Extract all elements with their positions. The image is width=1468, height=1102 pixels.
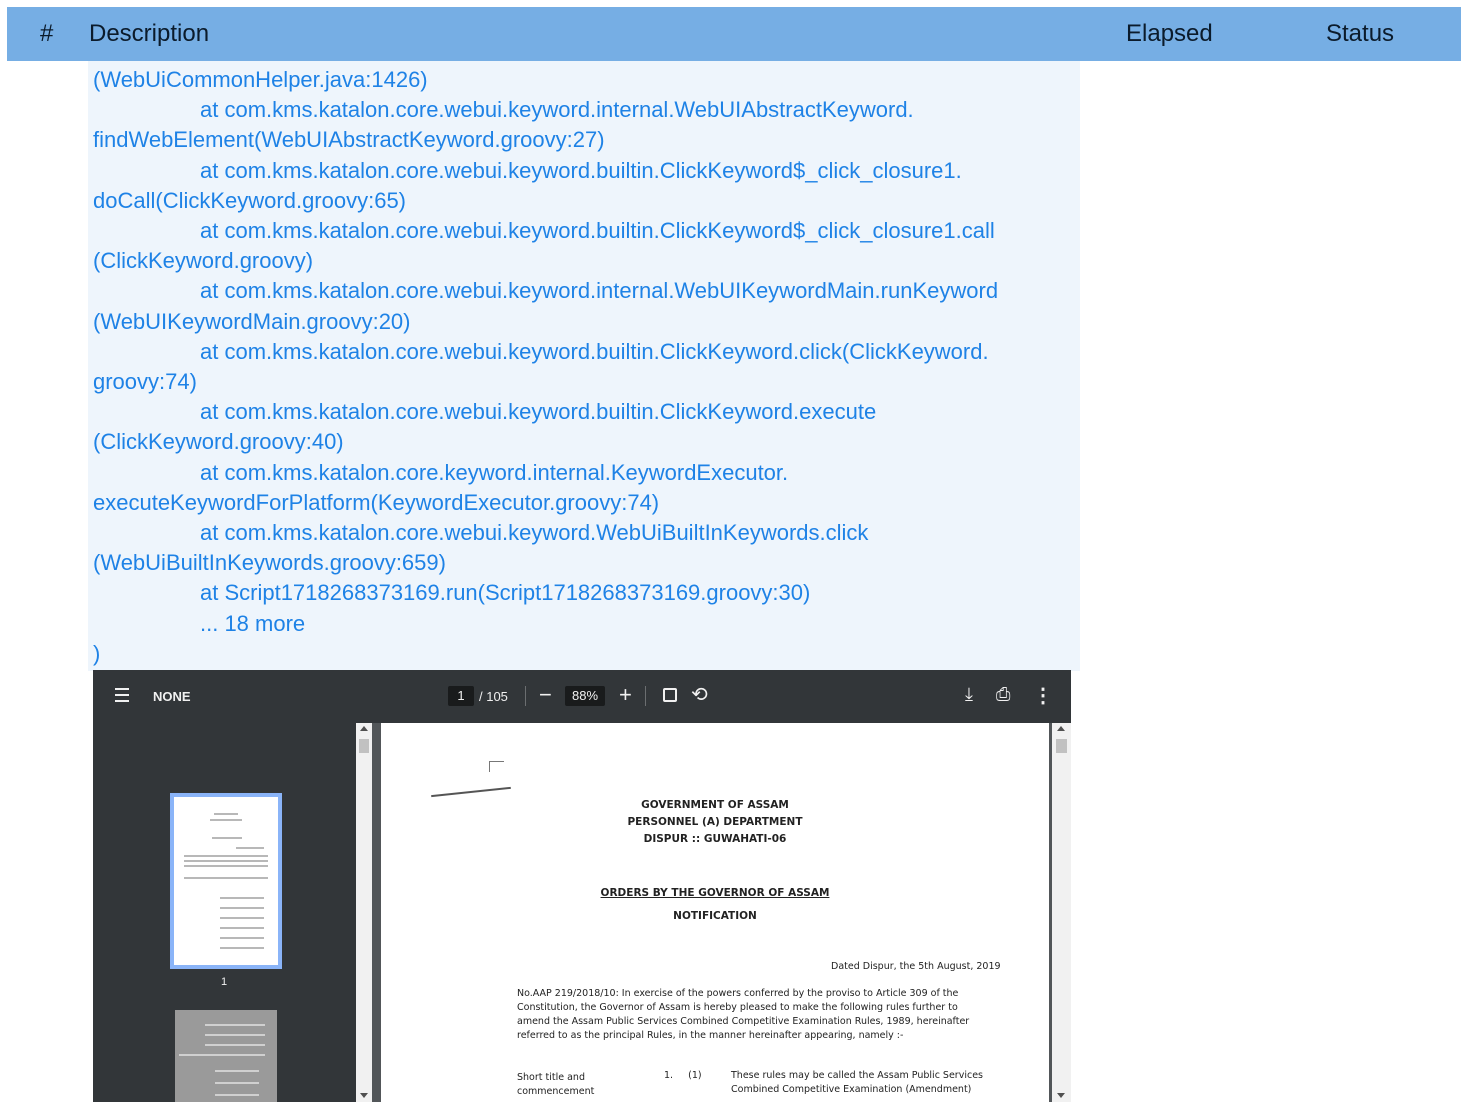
pdf-viewer: NONE 1 / 105 − 88% + ⟲ ⤓ ⎙ ⋮ 1 GOVERNMEN… bbox=[93, 670, 1071, 1102]
fit-page-icon[interactable] bbox=[663, 688, 677, 702]
download-icon[interactable]: ⤓ bbox=[965, 684, 973, 705]
zoom-out-button[interactable]: − bbox=[539, 682, 552, 708]
doc-clause-number: 1. (1) bbox=[664, 1070, 702, 1081]
thumbnail-sidebar: 1 bbox=[93, 723, 365, 1102]
doc-clause: These rules may be called the Assam Publ… bbox=[731, 1070, 983, 1081]
sidebar-scrollbar[interactable] bbox=[356, 723, 372, 1102]
doc-notification: NOTIFICATION bbox=[673, 910, 757, 922]
doc-margin-title: commencement bbox=[517, 1086, 595, 1097]
log-line: doCall(ClickKeyword.groovy:65) bbox=[93, 187, 407, 213]
log-line: at com.kms.katalon.core.webui.keyword.in… bbox=[200, 97, 914, 123]
signature-mark bbox=[431, 786, 511, 798]
log-line: ) bbox=[93, 640, 101, 666]
log-line: at com.kms.katalon.core.keyword.internal… bbox=[200, 459, 789, 485]
log-line: at com.kms.katalon.core.webui.keyword.bu… bbox=[200, 218, 995, 244]
log-line: ... 18 more bbox=[200, 610, 306, 636]
error-log: (WebUiCommonHelper.java:1426) at com.kms… bbox=[88, 61, 1080, 671]
zoom-input[interactable]: 88% bbox=[565, 686, 605, 706]
page-scrollbar[interactable] bbox=[1052, 723, 1071, 1102]
log-line: at Script1718268373169.run(Script1718268… bbox=[200, 580, 811, 606]
pdf-toolbar: NONE 1 / 105 − 88% + ⟲ ⤓ ⎙ ⋮ bbox=[93, 670, 1071, 723]
zoom-in-button[interactable]: + bbox=[619, 682, 632, 708]
log-line: groovy:74) bbox=[93, 369, 197, 395]
document-title: NONE bbox=[153, 689, 191, 704]
page-number-input[interactable]: 1 bbox=[448, 686, 474, 706]
log-line: (ClickKeyword.groovy) bbox=[93, 248, 314, 274]
pdf-page: GOVERNMENT OF ASSAM PERSONNEL (A) DEPART… bbox=[381, 723, 1049, 1102]
toolbar-divider bbox=[645, 686, 646, 706]
log-line: at com.kms.katalon.core.webui.keyword.bu… bbox=[200, 338, 989, 364]
doc-margin-title: Short title and bbox=[517, 1072, 585, 1083]
doc-heading: GOVERNMENT OF ASSAM bbox=[641, 799, 789, 811]
doc-paragraph: referred to as the principal Rules, in t… bbox=[517, 1030, 904, 1041]
more-icon[interactable]: ⋮ bbox=[1033, 683, 1053, 708]
doc-paragraph: No.AAP 219/2018/10: In exercise of the p… bbox=[517, 988, 959, 999]
log-line: (WebUiBuiltInKeywords.groovy:659) bbox=[93, 550, 446, 576]
doc-paragraph: Constitution, the Governor of Assam is h… bbox=[517, 1002, 958, 1013]
column-number[interactable]: # bbox=[40, 20, 53, 48]
log-line: at com.kms.katalon.core.webui.keyword.in… bbox=[200, 278, 999, 304]
column-status[interactable]: Status bbox=[1326, 20, 1394, 48]
thumbnail-label: 1 bbox=[221, 976, 228, 988]
toolbar-divider bbox=[525, 686, 526, 706]
doc-orders: ORDERS BY THE GOVERNOR OF ASSAM bbox=[600, 887, 830, 899]
column-description[interactable]: Description bbox=[89, 20, 209, 48]
page-thumbnail-1[interactable] bbox=[170, 793, 282, 969]
doc-heading: DISPUR :: GUWAHATI-06 bbox=[643, 833, 787, 845]
rotate-icon[interactable]: ⟲ bbox=[691, 682, 708, 707]
print-icon[interactable]: ⎙ bbox=[996, 684, 1010, 705]
log-line: executeKeywordForPlatform(KeywordExecuto… bbox=[93, 489, 660, 515]
log-line: at com.kms.katalon.core.webui.keyword.bu… bbox=[200, 157, 962, 183]
doc-clause: Combined Competitive Examination (Amendm… bbox=[731, 1084, 972, 1095]
page-thumbnail-2[interactable] bbox=[175, 1010, 277, 1102]
log-line: findWebElement(WebUIAbstractKeyword.groo… bbox=[93, 127, 605, 153]
doc-heading: PERSONNEL (A) DEPARTMENT bbox=[627, 816, 803, 828]
column-elapsed[interactable]: Elapsed bbox=[1126, 20, 1213, 48]
log-line: (WebUIKeywordMain.groovy:20) bbox=[93, 308, 411, 334]
log-line: (ClickKeyword.groovy:40) bbox=[93, 429, 344, 455]
menu-icon[interactable] bbox=[115, 688, 129, 702]
doc-date: Dated Dispur, the 5th August, 2019 bbox=[831, 961, 1001, 972]
table-header: # Description Elapsed Status bbox=[7, 7, 1461, 61]
page-total: / 105 bbox=[479, 689, 508, 704]
log-line: at com.kms.katalon.core.webui.keyword.We… bbox=[200, 520, 869, 546]
log-line: (WebUiCommonHelper.java:1426) bbox=[93, 67, 428, 92]
log-line: at com.kms.katalon.core.webui.keyword.bu… bbox=[200, 399, 877, 425]
doc-paragraph: amend the Assam Public Services Combined… bbox=[517, 1016, 970, 1027]
